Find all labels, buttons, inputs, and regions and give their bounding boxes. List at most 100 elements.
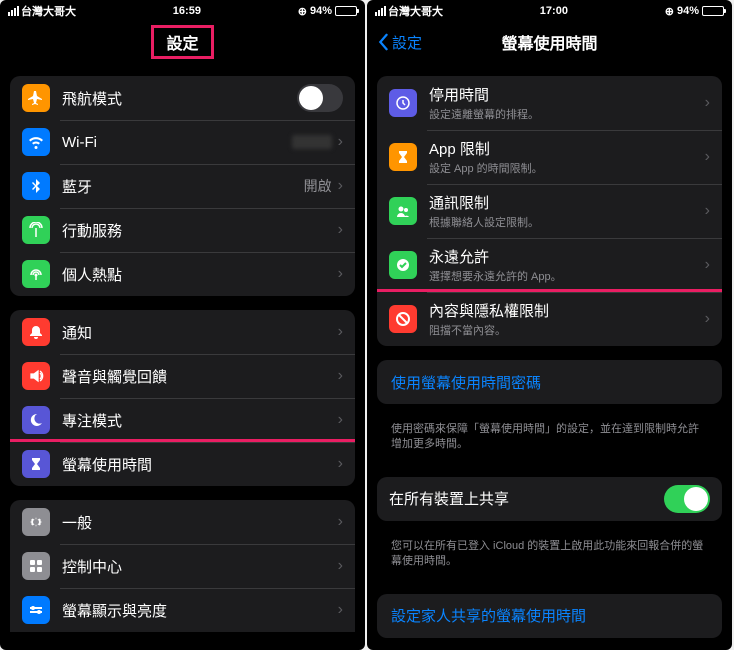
status-bar: 台灣大哥大 16:59 ⊕ 94% bbox=[0, 0, 365, 22]
family-link[interactable]: 設定家人共享的螢幕使用時間 bbox=[377, 594, 722, 638]
row-label: 藍牙 bbox=[62, 176, 304, 197]
passcode-group: 使用螢幕使用時間密碼 bbox=[377, 360, 722, 404]
row-value: 開啟 bbox=[304, 176, 332, 196]
sound-icon bbox=[22, 362, 50, 390]
settings-row-nosign[interactable]: 內容與隱私權限制阻擋不當內容。› bbox=[377, 289, 722, 346]
signal-icon bbox=[375, 6, 386, 16]
settings-row-comm[interactable]: 通訊限制根據聯絡人設定限制。› bbox=[377, 184, 722, 238]
share-group: 在所有裝置上共享 bbox=[377, 477, 722, 521]
row-label: 控制中心 bbox=[62, 556, 338, 577]
airplane-icon bbox=[22, 84, 50, 112]
clock-label: 17:00 bbox=[540, 5, 568, 17]
settings-row-cellular[interactable]: 行動服務› bbox=[10, 208, 355, 252]
nosign-icon bbox=[389, 305, 417, 333]
check-icon bbox=[389, 251, 417, 279]
row-label: 永遠允許 bbox=[429, 246, 705, 267]
chevron-icon: › bbox=[705, 310, 710, 328]
settings-list[interactable]: 飛航模式Wi-Fi›藍牙開啟›行動服務›個人熱點› 通知›聲音與觸覺回饋›專注模… bbox=[0, 62, 365, 650]
settings-row-check[interactable]: 永遠允許選擇想要永遠允許的 App。› bbox=[377, 238, 722, 292]
carrier-label: 台灣大哥大 bbox=[388, 3, 443, 19]
status-bar: 台灣大哥大 17:00 ⊕ 94% bbox=[367, 0, 732, 22]
screentime-group-limits: 停用時間設定遠離螢幕的排程。›App 限制設定 App 的時間限制。›通訊限制根… bbox=[377, 76, 722, 346]
chevron-icon: › bbox=[338, 323, 343, 341]
chevron-icon: › bbox=[338, 513, 343, 531]
row-subtitle: 選擇想要永遠允許的 App。 bbox=[429, 268, 705, 284]
battery-percent: 94% bbox=[677, 5, 699, 17]
row-label: 螢幕顯示與亮度 bbox=[62, 600, 338, 621]
settings-group-general: 一般›控制中心›螢幕顯示與亮度› bbox=[10, 500, 355, 632]
settings-row-hotspot[interactable]: 個人熱點› bbox=[10, 252, 355, 296]
settings-row-gear[interactable]: 一般› bbox=[10, 500, 355, 544]
navbar: 設定 bbox=[0, 22, 365, 62]
footer-text: 您可以在所有已登入 iCloud 的裝置上啟用此功能來回報合併的螢幕使用時間。 bbox=[377, 535, 722, 580]
chevron-icon: › bbox=[338, 265, 343, 283]
screentime-list[interactable]: 停用時間設定遠離螢幕的排程。›App 限制設定 App 的時間限制。›通訊限制根… bbox=[367, 62, 732, 650]
row-subtitle: 根據聯絡人設定限制。 bbox=[429, 214, 705, 230]
settings-row-bell[interactable]: 通知› bbox=[10, 310, 355, 354]
settings-row-bluetooth[interactable]: 藍牙開啟› bbox=[10, 164, 355, 208]
settings-group-notifications: 通知›聲音與觸覺回饋›專注模式›螢幕使用時間› bbox=[10, 310, 355, 486]
carrier-label: 台灣大哥大 bbox=[21, 3, 76, 19]
alarm-icon: ⊕ bbox=[665, 5, 674, 18]
row-label: 內容與隱私權限制 bbox=[429, 300, 705, 321]
link-label: 設定家人共享的螢幕使用時間 bbox=[391, 605, 586, 626]
toggle[interactable] bbox=[297, 84, 343, 112]
settings-row-wifi[interactable]: Wi-Fi› bbox=[10, 120, 355, 164]
wifi-icon bbox=[22, 128, 50, 156]
page-title: 螢幕使用時間 bbox=[501, 30, 597, 54]
chevron-icon: › bbox=[705, 94, 710, 112]
chevron-icon: › bbox=[338, 557, 343, 575]
chevron-icon: › bbox=[338, 601, 343, 619]
chevron-icon: › bbox=[338, 455, 343, 473]
settings-row-moon[interactable]: 專注模式› bbox=[10, 398, 355, 442]
family-group: 設定家人共享的螢幕使用時間 bbox=[377, 594, 722, 638]
settings-row-display[interactable]: 螢幕顯示與亮度› bbox=[10, 588, 355, 632]
row-label: 個人熱點 bbox=[62, 264, 338, 285]
clock-label: 16:59 bbox=[173, 5, 201, 17]
bell-icon bbox=[22, 318, 50, 346]
chevron-icon: › bbox=[705, 256, 710, 274]
settings-row-sound[interactable]: 聲音與觸覺回饋› bbox=[10, 354, 355, 398]
moon-icon bbox=[22, 406, 50, 434]
row-label: 停用時間 bbox=[429, 84, 705, 105]
wifi-value bbox=[292, 135, 332, 149]
passcode-link[interactable]: 使用螢幕使用時間密碼 bbox=[377, 360, 722, 404]
battery-icon bbox=[702, 6, 724, 16]
settings-group-connectivity: 飛航模式Wi-Fi›藍牙開啟›行動服務›個人熱點› bbox=[10, 76, 355, 296]
row-label: Wi-Fi bbox=[62, 134, 292, 151]
row-label: 通知 bbox=[62, 322, 338, 343]
navbar: 設定 螢幕使用時間 bbox=[367, 22, 732, 62]
control-icon bbox=[22, 552, 50, 580]
hourglass-icon bbox=[22, 450, 50, 478]
chevron-icon: › bbox=[705, 148, 710, 166]
settings-row-clock[interactable]: 停用時間設定遠離螢幕的排程。› bbox=[377, 76, 722, 130]
share-toggle[interactable] bbox=[664, 485, 710, 513]
settings-row-control[interactable]: 控制中心› bbox=[10, 544, 355, 588]
row-label: 行動服務 bbox=[62, 220, 338, 241]
row-label: 專注模式 bbox=[62, 410, 338, 431]
chevron-icon: › bbox=[338, 367, 343, 385]
chevron-icon: › bbox=[338, 221, 343, 239]
share-row[interactable]: 在所有裝置上共享 bbox=[377, 477, 722, 521]
clock-icon bbox=[389, 89, 417, 117]
bluetooth-icon bbox=[22, 172, 50, 200]
back-button[interactable]: 設定 bbox=[377, 32, 422, 53]
row-subtitle: 設定遠離螢幕的排程。 bbox=[429, 106, 705, 122]
settings-row-hourglass[interactable]: 螢幕使用時間› bbox=[10, 439, 355, 486]
link-label: 使用螢幕使用時間密碼 bbox=[391, 372, 541, 393]
phone-screentime: 台灣大哥大 17:00 ⊕ 94% 設定 螢幕使用時間 停用時間設定遠離螢幕的排… bbox=[367, 0, 732, 650]
display-icon bbox=[22, 596, 50, 624]
row-label: 聲音與觸覺回饋 bbox=[62, 366, 338, 387]
chevron-icon: › bbox=[338, 411, 343, 429]
hourglass-icon bbox=[389, 143, 417, 171]
footer-text: 使用密碼來保障「螢幕使用時間」的設定，並在達到限制時允許增加更多時間。 bbox=[377, 418, 722, 463]
alarm-icon: ⊕ bbox=[298, 5, 307, 18]
chevron-icon: › bbox=[705, 202, 710, 220]
share-label: 在所有裝置上共享 bbox=[389, 488, 664, 509]
cellular-icon bbox=[22, 216, 50, 244]
hotspot-icon bbox=[22, 260, 50, 288]
settings-row-hourglass[interactable]: App 限制設定 App 的時間限制。› bbox=[377, 130, 722, 184]
settings-row-airplane[interactable]: 飛航模式 bbox=[10, 76, 355, 120]
row-label: App 限制 bbox=[429, 138, 705, 159]
signal-icon bbox=[8, 6, 19, 16]
